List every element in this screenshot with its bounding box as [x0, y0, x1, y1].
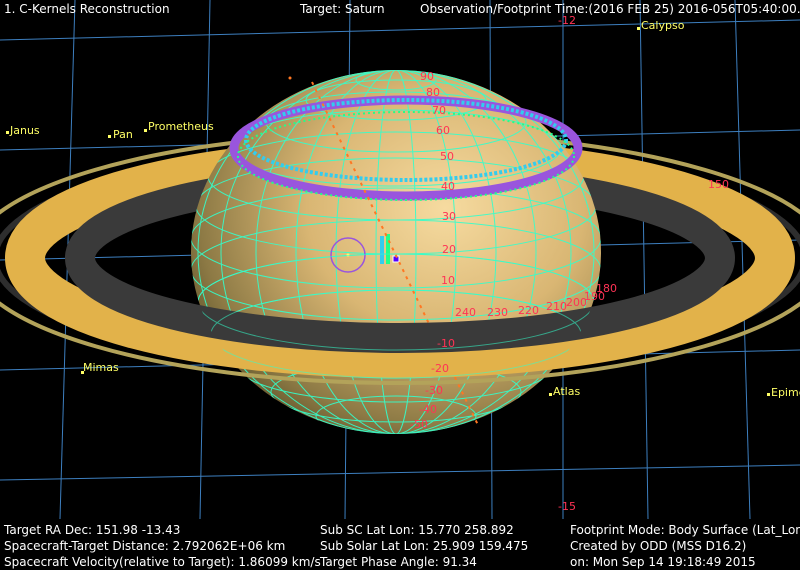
lat-label: -10	[437, 337, 455, 350]
lat-label: -50	[410, 418, 428, 431]
lat-label: -40	[419, 403, 437, 416]
lon-label: 210	[546, 300, 567, 313]
lon-label: 220	[518, 304, 539, 317]
target-label: Target: Saturn	[300, 2, 385, 16]
lat-label: -30	[425, 384, 443, 397]
spacecraft-target-distance: Spacecraft-Target Distance: 2.792062E+06…	[4, 539, 286, 553]
lat-label: 50	[440, 150, 454, 163]
created-date: on: Mon Sep 14 19:18:49 2015	[570, 555, 756, 569]
lat-label: 80	[426, 86, 440, 99]
lat-label: 60	[436, 124, 450, 137]
target-phase-angle: Target Phase Angle: 91.34	[320, 555, 477, 569]
lat-label: 10	[441, 274, 455, 287]
moon-marker	[637, 27, 640, 30]
moon-label-epime: Epime	[771, 386, 800, 399]
lon-label: 240	[455, 306, 476, 319]
observation-time: Observation/Footprint Time:(2016 FEB 25)…	[420, 2, 800, 16]
sub-sc-lat-lon: Sub SC Lat Lon: 15.770 258.892	[320, 523, 514, 537]
moon-label-prometheus: Prometheus	[148, 120, 214, 133]
moon-label-janus: Janus	[10, 124, 40, 137]
lat-label: -20	[431, 362, 449, 375]
lat-label: 40	[441, 180, 455, 193]
info-footer: Target RA Dec: 151.98 -13.43 Spacecraft-…	[0, 519, 800, 570]
created-by: Created by ODD (MSS D16.2)	[570, 539, 747, 553]
ra-label-bottom: -15	[558, 500, 576, 513]
lat-label: 70	[432, 104, 446, 117]
spacecraft-velocity: Spacecraft Velocity(relative to Target):…	[4, 555, 321, 569]
lat-label: 90	[420, 70, 434, 83]
moon-marker	[549, 393, 552, 396]
lat-label: 20	[442, 243, 456, 256]
target-ra-dec: Target RA Dec: 151.98 -13.43	[4, 523, 181, 537]
moon-label-pan: Pan	[113, 128, 133, 141]
lon-label: 230	[487, 306, 508, 319]
saturn-scene	[0, 0, 800, 570]
footprint-mode: Footprint Mode: Body Surface (Lat_Lon)	[570, 523, 800, 537]
sub-solar-lat-lon: Sub Solar Lat Lon: 25.909 159.475	[320, 539, 529, 553]
lat-label: 30	[442, 210, 456, 223]
moon-label-atlas: Atlas	[553, 385, 581, 398]
moon-marker	[767, 393, 770, 396]
moon-marker	[144, 129, 147, 132]
dec-label-right: 150	[708, 178, 729, 191]
window-title: 1. C-Kernels Reconstruction	[4, 2, 170, 16]
ra-label-top: -12	[558, 14, 576, 27]
lon-label: 180	[596, 282, 617, 295]
moon-label-calypso: Calypso	[641, 19, 685, 32]
moon-label-mimas: Mimas	[83, 361, 119, 374]
moon-marker	[108, 135, 111, 138]
moon-marker	[6, 131, 9, 134]
